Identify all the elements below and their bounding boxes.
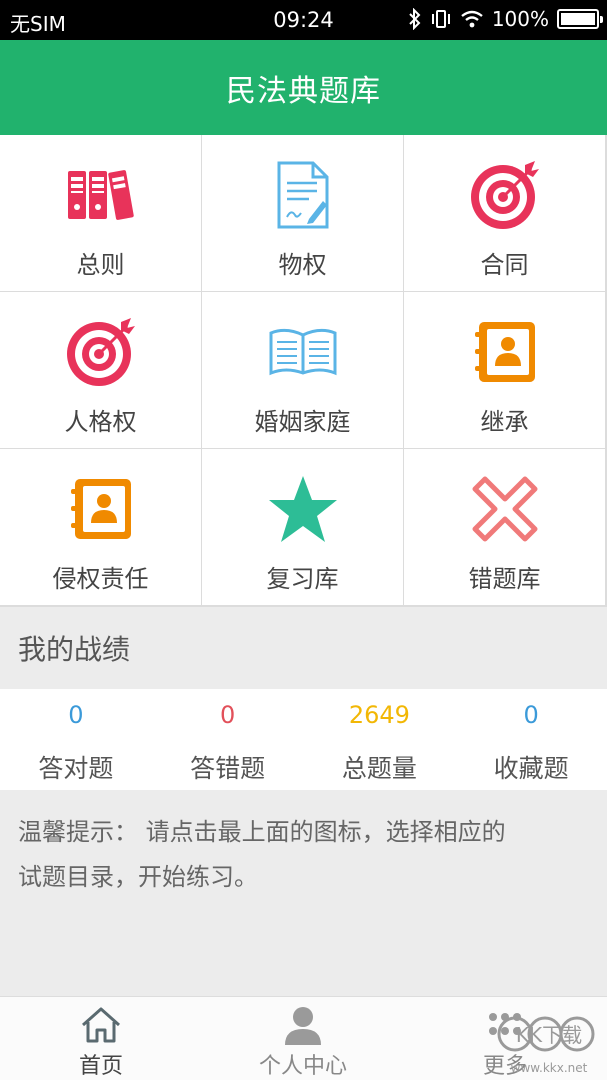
stat-value: 0 xyxy=(523,701,539,729)
page-title: 民法典题库 xyxy=(0,40,607,135)
stats-section-title: 我的战绩 xyxy=(0,607,607,689)
vibrate-icon xyxy=(431,10,450,28)
star-icon xyxy=(265,471,341,547)
tip-line: 温馨提示： 请点击最上面的图标，选择相应的 xyxy=(18,818,506,846)
stat-favorites[interactable]: 0 收藏题 xyxy=(455,689,607,790)
wifi-icon xyxy=(461,10,483,28)
category-marriage-family[interactable]: 婚姻家庭 xyxy=(202,292,403,448)
category-inheritance[interactable]: 继承 xyxy=(404,292,605,448)
home-icon xyxy=(79,1003,123,1046)
target-icon xyxy=(467,157,543,233)
category-label: 错题库 xyxy=(468,565,541,593)
target-icon xyxy=(63,314,139,390)
category-tort[interactable]: 侵权责任 xyxy=(0,449,201,605)
status-icons: 100% xyxy=(408,7,603,31)
stat-total[interactable]: 2649 总题量 xyxy=(304,689,456,790)
stat-value: 0 xyxy=(219,701,236,729)
stats-panel: 0 答对题 0 答错题 2649 总题量 0 收藏题 xyxy=(0,689,607,790)
contact-book-icon xyxy=(63,471,139,547)
open-book-icon xyxy=(265,314,341,390)
category-label: 侵权责任 xyxy=(52,565,149,593)
category-general[interactable]: 总则 xyxy=(0,135,201,291)
category-label: 复习库 xyxy=(266,565,339,593)
person-icon xyxy=(281,1003,325,1046)
tip-line: 试题目录，开始练习。 xyxy=(18,863,258,891)
contact-book-icon xyxy=(467,314,543,390)
stat-label: 答对题 xyxy=(38,754,114,783)
tab-label: 个人中心 xyxy=(258,1054,347,1079)
stat-value: 0 xyxy=(68,701,84,729)
bluetooth-icon xyxy=(409,8,421,30)
status-bar: 无SIM 09:24 100% xyxy=(0,0,607,40)
binders-icon xyxy=(63,157,139,233)
category-label: 物权 xyxy=(278,251,327,279)
stat-label: 收藏题 xyxy=(493,754,569,783)
tab-profile[interactable]: 个人中心 xyxy=(202,997,404,1080)
cross-icon xyxy=(467,471,543,547)
category-review[interactable]: 复习库 xyxy=(202,449,403,605)
category-wrong-questions[interactable]: 错题库 xyxy=(404,449,605,605)
watermark-text: KK下载 xyxy=(516,1023,582,1047)
category-contract[interactable]: 合同 xyxy=(404,135,605,291)
tip-text: 温馨提示： 请点击最上面的图标，选择相应的 试题目录，开始练习。 xyxy=(0,790,607,996)
category-label: 继承 xyxy=(480,408,529,436)
tab-label: 首页 xyxy=(78,1054,123,1079)
battery-icon xyxy=(557,9,603,29)
tab-home[interactable]: 首页 xyxy=(0,997,202,1080)
category-label: 人格权 xyxy=(64,408,137,436)
category-label: 总则 xyxy=(76,251,125,279)
category-property[interactable]: 物权 xyxy=(202,135,403,291)
stat-label: 总题量 xyxy=(341,754,417,783)
stat-wrong[interactable]: 0 答错题 xyxy=(152,689,304,790)
watermark-logo: KK下载 www.kkx.net xyxy=(497,1016,595,1075)
document-pen-icon xyxy=(265,157,341,233)
stat-label: 答错题 xyxy=(190,754,266,783)
category-personality[interactable]: 人格权 xyxy=(0,292,201,448)
stat-correct[interactable]: 0 答对题 xyxy=(0,689,152,790)
category-grid: 总则 物权 合同 人格权 婚姻家庭 继承 侵权责任 复习库 错题库 xyxy=(0,135,607,607)
watermark-url: www.kkx.net xyxy=(511,1061,588,1075)
battery-percent: 100% xyxy=(491,7,549,31)
category-label: 婚姻家庭 xyxy=(254,408,351,436)
category-label: 合同 xyxy=(480,251,529,279)
stat-value: 2649 xyxy=(348,701,410,729)
